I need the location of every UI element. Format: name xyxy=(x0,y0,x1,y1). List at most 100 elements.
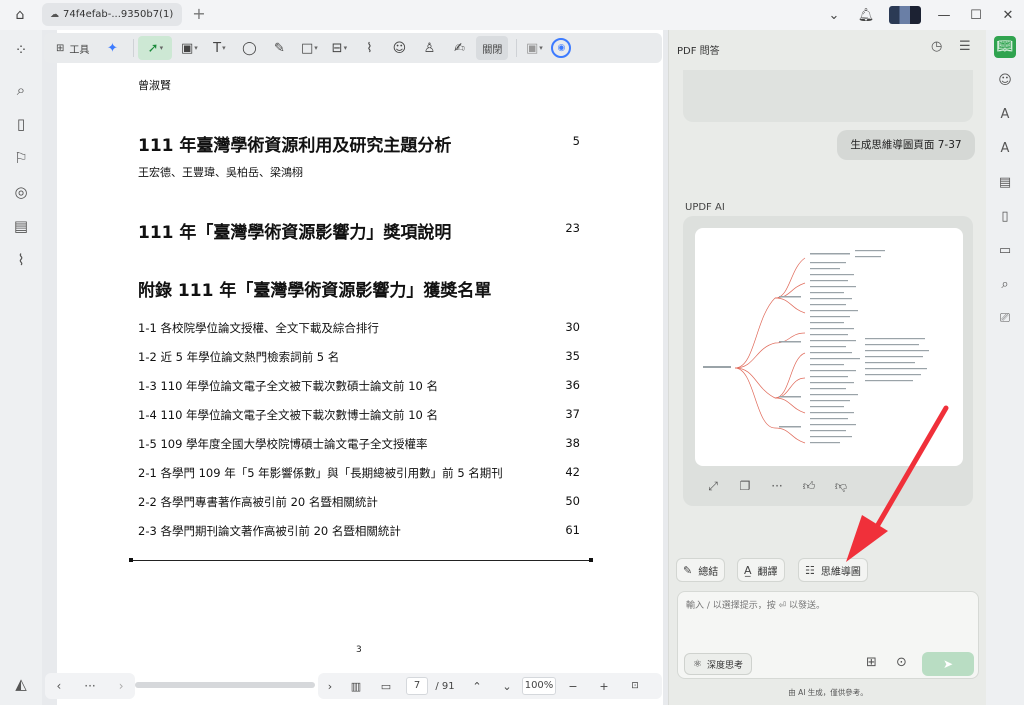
zoom-in-icon[interactable]: + xyxy=(590,673,618,699)
toc-page: 50 xyxy=(565,494,580,508)
page-nav-bar: › ▥ ▭ 7 / 91 ⌃ ⌄ 100% − + ⊡ xyxy=(318,673,662,699)
selection-handle[interactable] xyxy=(589,558,593,562)
folder-icon[interactable]: ▭ xyxy=(994,240,1016,262)
chevron-right-icon[interactable]: › xyxy=(119,679,124,693)
expand-icon[interactable]: › xyxy=(318,673,342,699)
section-title: 111 年臺灣學術資源利用及研究主題分析 xyxy=(138,136,452,156)
send-button[interactable]: ➤ xyxy=(922,652,974,676)
ai-response-card: ⤢ ❐ ··· 👍︎ 👎︎ xyxy=(683,216,973,506)
thumbnails-icon[interactable]: ⁘ xyxy=(11,40,31,60)
translate-text-icon[interactable]: A xyxy=(994,104,1016,126)
comment-tool-icon[interactable]: ◯ xyxy=(236,36,262,60)
close-toolbar-button[interactable]: 關閉 xyxy=(476,36,509,60)
chevron-down-icon[interactable]: ⌄ xyxy=(818,8,850,23)
section-page: 23 xyxy=(565,221,580,235)
textbox-tool-icon[interactable]: ▣ ▾ xyxy=(176,36,202,60)
settings-icon[interactable]: ☰ xyxy=(959,39,971,54)
tools-button[interactable]: ⊞ 工具 xyxy=(50,36,95,60)
page-number: 3 xyxy=(356,645,362,655)
search-icon[interactable]: ⌕ xyxy=(11,80,31,100)
ai-chat-icon[interactable]: ☺ xyxy=(994,70,1016,92)
more-icon[interactable]: ··· xyxy=(761,479,793,493)
ai-assistant-icon[interactable]: ◉ xyxy=(551,38,572,58)
chevron-down-icon[interactable]: ⌄ xyxy=(492,673,522,699)
page-input[interactable]: 7 xyxy=(406,677,428,695)
reading-mode-icon[interactable]: ▥ xyxy=(342,673,370,699)
stamp-tool-icon[interactable]: ♙ xyxy=(416,36,442,60)
total-pages: / 91 xyxy=(435,680,455,692)
select-tool-icon[interactable]: ➚ ▾ xyxy=(138,36,173,60)
chat-input[interactable]: 輸入 / 以選擇提示，按 ⏎ 以發送。 ⚛ 深度思考 ⊞ ⊙ ➤ xyxy=(677,591,979,679)
left-sidebar: ⁘ ⌕ ▯ ⚐ ◎ ▤ ⌇ ◭ xyxy=(0,30,42,705)
minimize-icon[interactable]: — xyxy=(928,8,960,23)
presentation-icon[interactable]: ⎚ xyxy=(994,308,1016,330)
comment-icon[interactable]: ◎ xyxy=(11,182,31,202)
sticker-tool-icon[interactable]: ☺ xyxy=(386,36,412,60)
book-icon[interactable]: ▯ xyxy=(994,206,1016,228)
document-tab[interactable]: ☁ 74f4efab-...9350b7(1) xyxy=(42,3,182,26)
search-doc-icon[interactable]: ⌕ xyxy=(994,274,1016,296)
toc-entry: 1-2 近 5 年學位論文熱門檢索詞前 5 名 xyxy=(138,350,340,364)
page-icon[interactable]: ▯ xyxy=(11,114,31,134)
chevron-left-icon[interactable]: ‹ xyxy=(56,679,61,693)
fit-page-icon[interactable]: ⊡ xyxy=(618,673,652,699)
save-icon[interactable]: ▣ ▾ xyxy=(521,36,547,60)
presentation-icon[interactable]: ▭ xyxy=(370,673,402,699)
translate-label: 翻譯 xyxy=(757,566,778,578)
page-nav-left: ‹ ··· › xyxy=(45,673,135,699)
selection-handle[interactable] xyxy=(129,558,133,562)
horizontal-scrollbar[interactable] xyxy=(135,682,315,688)
right-toolbar: 📖︎ ☺ A A ▤ ▯ ▭ ⌕ ⎚ xyxy=(986,30,1024,705)
zoom-out-icon[interactable]: − xyxy=(556,673,590,699)
bookmark-icon[interactable]: ⚐ xyxy=(11,148,31,168)
ai-sparkle-icon[interactable]: ✦ xyxy=(99,36,125,60)
attach-tool-icon[interactable]: ⌇ xyxy=(356,36,382,60)
screenshot-icon[interactable]: ⊙ xyxy=(896,655,907,670)
toc-entry: 2-3 各學門期刊論文著作高被引前 20 名暨相關統計 xyxy=(138,524,401,538)
thumbs-up-icon[interactable]: 👍︎ xyxy=(793,479,825,494)
thumbs-down-icon[interactable]: 👎︎ xyxy=(825,479,857,494)
ai-disclaimer: 由 AI 生成，僅供參考。 xyxy=(788,688,868,697)
close-window-icon[interactable]: ✕ xyxy=(992,8,1024,23)
attachment-icon[interactable]: ⌇ xyxy=(11,250,31,270)
new-tab-button[interactable]: + xyxy=(191,4,207,24)
top-author: 曾淑賢 xyxy=(138,79,171,92)
ai-response-actions: ⤢ ❐ ··· 👍︎ 👎︎ xyxy=(697,476,857,496)
summarize-button[interactable]: ✎ 總結 xyxy=(676,558,726,582)
ai-book-icon[interactable]: 📖︎ xyxy=(994,36,1016,58)
expand-icon[interactable]: ⤢ xyxy=(697,479,729,494)
deep-think-button[interactable]: ⚛ 深度思考 xyxy=(684,653,752,675)
copy-icon[interactable]: ❐ xyxy=(729,479,761,493)
home-icon[interactable]: ⌂ xyxy=(10,5,30,25)
signature-tool-icon[interactable]: ✍ xyxy=(446,36,472,60)
shape-tool-icon[interactable]: □ ▾ xyxy=(296,36,322,60)
mind-map-button[interactable]: ☷ 思維導圖 xyxy=(798,558,868,582)
toc-entry: 1-1 各校院學位論文授權、全文下載及綜合排行 xyxy=(138,321,379,335)
mind-map-image[interactable] xyxy=(695,228,963,466)
form-icon[interactable]: ▤ xyxy=(11,216,31,236)
toc-entry: 1-5 109 學年度全國大學校院博碩士論文電子全文授權率 xyxy=(138,437,428,451)
bell-icon[interactable]: 🔔︎ xyxy=(850,8,882,23)
translate-doc-icon[interactable]: A xyxy=(994,138,1016,160)
measure-tool-icon[interactable]: ⊟ ▾ xyxy=(326,36,352,60)
user-message: 生成思維導圖頁面 7-37 xyxy=(837,130,975,160)
avatar[interactable] xyxy=(889,6,921,24)
input-placeholder: 輸入 / 以選擇提示，按 ⏎ 以發送。 xyxy=(686,601,826,611)
zoom-level[interactable]: 100% xyxy=(522,677,556,695)
translate-button[interactable]: A̲ 翻譯 xyxy=(737,558,785,582)
summary-icon: ✎ xyxy=(683,563,693,577)
history-icon[interactable]: ◷ xyxy=(931,39,942,54)
mind-map-icon: ☷ xyxy=(805,563,815,577)
text-tool-icon[interactable]: T ▾ xyxy=(206,36,232,60)
chevron-up-icon[interactable]: ⌃ xyxy=(462,673,492,699)
maximize-icon[interactable]: ☐ xyxy=(960,8,992,23)
layers-icon[interactable]: ◭ xyxy=(11,674,31,694)
summary-doc-icon[interactable]: ▤ xyxy=(994,172,1016,194)
toc-page: 30 xyxy=(565,320,580,334)
selection-line[interactable] xyxy=(131,560,591,561)
highlight-tool-icon[interactable]: ✎ xyxy=(266,36,292,60)
title-bar: ⌂ ☁ 74f4efab-...9350b7(1) + ⌄ 🔔︎ — ☐ ✕ xyxy=(0,0,1024,30)
more-icon[interactable]: ··· xyxy=(84,679,95,693)
image-add-icon[interactable]: ⊞ xyxy=(866,655,877,670)
tab-label: 74f4efab-...9350b7(1) xyxy=(63,9,174,20)
